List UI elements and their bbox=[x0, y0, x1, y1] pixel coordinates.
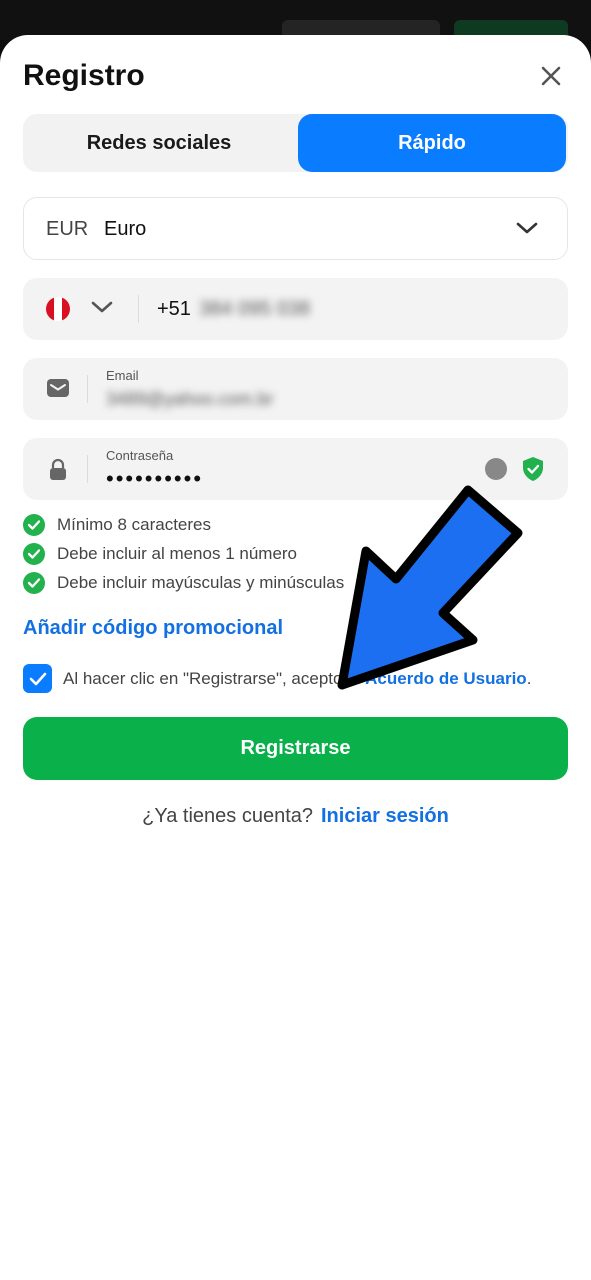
phone-number-input[interactable]: 384 095 038 bbox=[199, 298, 310, 321]
password-label: Contraseña bbox=[106, 448, 174, 463]
rule-item: Debe incluir mayúsculas y minúsculas bbox=[23, 568, 344, 597]
tab-social-networks[interactable]: Redes sociales bbox=[23, 114, 295, 172]
currency-select[interactable]: EUR Euro bbox=[23, 197, 568, 260]
registration-sheet: Registro Redes sociales Rápido EUR Euro … bbox=[0, 35, 591, 1280]
login-prompt: ¿Ya tienes cuenta? Iniciar sesión bbox=[0, 805, 591, 828]
add-promo-code-link[interactable]: Añadir código promocional bbox=[23, 617, 283, 640]
register-button[interactable]: Registrarse bbox=[23, 717, 568, 780]
phone-field: +51 384 095 038 bbox=[23, 278, 568, 340]
background-app-bar bbox=[0, 0, 591, 50]
chevron-down-icon[interactable] bbox=[91, 299, 113, 320]
email-input[interactable]: 3489@yahoo.com.br bbox=[106, 389, 273, 410]
agreement-prefix: Al hacer clic en "Registrarse", acepto e… bbox=[63, 668, 366, 688]
envelope-icon bbox=[46, 377, 70, 404]
chevron-down-icon bbox=[516, 220, 538, 241]
rule-text: Debe incluir mayúsculas y minúsculas bbox=[57, 572, 345, 592]
password-input[interactable]: •••••••••• bbox=[106, 466, 203, 492]
registration-tabs: Redes sociales Rápido bbox=[23, 114, 568, 172]
check-icon bbox=[23, 571, 45, 594]
rule-text: Debe incluir al menos 1 número bbox=[57, 543, 298, 563]
currency-name: Euro bbox=[104, 218, 147, 240]
rule-text: Mínimo 8 caracteres bbox=[57, 514, 211, 534]
email-label: Email bbox=[106, 368, 139, 383]
divider bbox=[138, 295, 139, 323]
rule-item: Debe incluir al menos 1 número bbox=[23, 539, 344, 568]
currency-code: EUR bbox=[46, 218, 89, 240]
tab-quick[interactable]: Rápido bbox=[298, 114, 566, 172]
phone-prefix: +51 bbox=[157, 298, 191, 320]
rule-item: Mínimo 8 caracteres bbox=[23, 510, 344, 539]
arrow-pointer-icon bbox=[337, 485, 523, 690]
check-icon bbox=[23, 513, 45, 536]
agreement-checkbox[interactable] bbox=[23, 664, 52, 693]
login-link[interactable]: Iniciar sesión bbox=[321, 805, 449, 827]
check-icon bbox=[23, 542, 45, 565]
divider bbox=[87, 455, 88, 483]
divider bbox=[87, 375, 88, 403]
lock-icon bbox=[46, 457, 70, 486]
password-rules: Mínimo 8 caracteres Debe incluir al meno… bbox=[23, 510, 344, 597]
peru-flag-icon[interactable] bbox=[46, 297, 70, 321]
close-icon[interactable] bbox=[536, 61, 566, 91]
page-title: Registro bbox=[23, 59, 145, 92]
email-field: Email 3489@yahoo.com.br bbox=[23, 358, 568, 420]
login-question: ¿Ya tienes cuenta? bbox=[142, 805, 313, 827]
